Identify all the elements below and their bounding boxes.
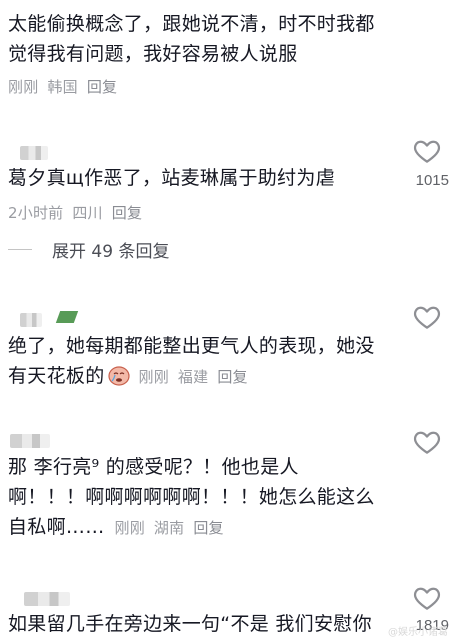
comment-line: 觉得我有问题，我好容易被人说服	[8, 43, 298, 65]
comment-text: 绝了，她每期都能整出更气人的表现，她没 有天花板的 刚刚 福建 回复	[8, 331, 375, 392]
comment-text: 太能偷换概念了，跟她说不清，时不时我都 觉得我有问题，我好容易被人说服	[8, 9, 375, 69]
comment-location: 韩国	[47, 78, 78, 96]
reply-button[interactable]: 回复	[112, 204, 142, 222]
expand-replies-label: 展开 49 条回复	[52, 242, 170, 262]
comment-line: 啊！！！啊啊啊啊啊啊！！！她怎么能这么	[8, 486, 375, 508]
heart-outline-icon[interactable]	[412, 302, 442, 332]
crying-face-emoji-icon	[107, 366, 130, 386]
comment-location: 福建	[177, 368, 209, 386]
comment-line-with-meta: 有天花板的 刚刚 福建 回复	[8, 361, 375, 392]
heart-outline-icon[interactable]	[412, 427, 442, 457]
comment-location: 四川	[72, 204, 103, 222]
divider	[8, 249, 32, 250]
comment-text: 如果留几手在旁边来一句“不是 我们安慰你	[8, 609, 408, 639]
heart-outline-icon[interactable]	[412, 136, 442, 166]
comment-line: 绝了，她每期都能整出更气人的表现，她没	[8, 335, 375, 357]
username-censored	[24, 592, 70, 606]
expand-replies-button[interactable]: 展开 49 条回复	[8, 237, 169, 262]
comment-time: 2小时前	[8, 204, 64, 222]
comment-meta: 2小时前 四川 回复	[8, 202, 151, 223]
comment-text: 葛夕真щ作恶了，站麦琳属于助纣为虐	[8, 163, 335, 193]
reply-button[interactable]: 回复	[217, 368, 247, 386]
reply-button[interactable]: 回复	[193, 519, 223, 537]
username-censored	[20, 146, 48, 160]
comment-line: 太能偷换概念了，跟她说不清，时不时我都	[8, 13, 375, 35]
like-count: 1015	[415, 172, 449, 189]
comment-meta: 刚刚 福建 回复	[139, 368, 257, 386]
comment-meta: 刚刚 湖南 回复	[115, 519, 233, 537]
reply-button[interactable]: 回复	[87, 78, 117, 96]
comment-line: 那 李行亮⁹ 的感受呢？！他也是人	[8, 456, 299, 478]
username-censored	[20, 313, 42, 327]
comment-time: 刚刚	[8, 78, 39, 96]
comment-meta: 刚刚 韩国 回复	[8, 76, 126, 97]
comment-time: 刚刚	[138, 368, 169, 386]
comment-time: 刚刚	[114, 519, 145, 537]
comment-line: 葛夕真щ作恶了，站麦琳属于助纣为虐	[8, 167, 335, 189]
username-censored-mark	[55, 311, 79, 323]
comment-line: 如果留几手在旁边来一句“不是 我们安慰你	[8, 613, 372, 635]
comment-line-with-meta: 自私啊…… 刚刚 湖南 回复	[8, 512, 375, 543]
comment-text: 那 李行亮⁹ 的感受呢？！他也是人 啊！！！啊啊啊啊啊啊！！！她怎么能这么 自私…	[8, 452, 375, 543]
heart-outline-icon[interactable]	[412, 583, 442, 613]
comment-line: 有天花板的	[8, 365, 105, 387]
comment-line: 自私啊……	[8, 516, 105, 538]
watermark: @娱乐小诸葛	[388, 627, 448, 638]
username-censored	[10, 434, 50, 448]
comment-location: 湖南	[153, 519, 185, 537]
